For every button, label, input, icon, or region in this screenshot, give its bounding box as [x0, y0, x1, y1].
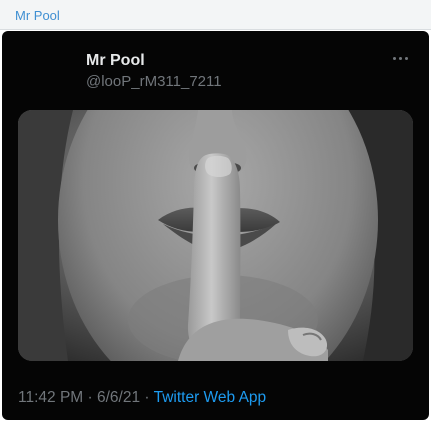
- tweet-card[interactable]: Mr Pool @looP_rM311_7211 11:42 PM · 6/6/…: [2, 31, 429, 420]
- shush-photo: [18, 110, 413, 361]
- tweet-time[interactable]: 11:42 PM: [18, 389, 83, 406]
- author-handle[interactable]: @looP_rM311_7211: [86, 73, 222, 90]
- more-options-icon[interactable]: [391, 53, 411, 63]
- window-title: Mr Pool: [15, 8, 60, 23]
- meta-separator: ·: [83, 389, 97, 406]
- tweet-source-link[interactable]: Twitter Web App: [154, 389, 267, 406]
- tweet-meta: 11:42 PM · 6/6/21 · Twitter Web App: [18, 389, 266, 407]
- author-name[interactable]: Mr Pool: [86, 52, 145, 70]
- tweet-media-image[interactable]: [18, 110, 413, 361]
- meta-separator: ·: [140, 389, 154, 406]
- tweet-date[interactable]: 6/6/21: [97, 389, 140, 406]
- window-tab: Mr Pool: [0, 0, 431, 30]
- embed-frame: Mr Pool @looP_rM311_7211 11:42 PM · 6/6/…: [0, 30, 431, 422]
